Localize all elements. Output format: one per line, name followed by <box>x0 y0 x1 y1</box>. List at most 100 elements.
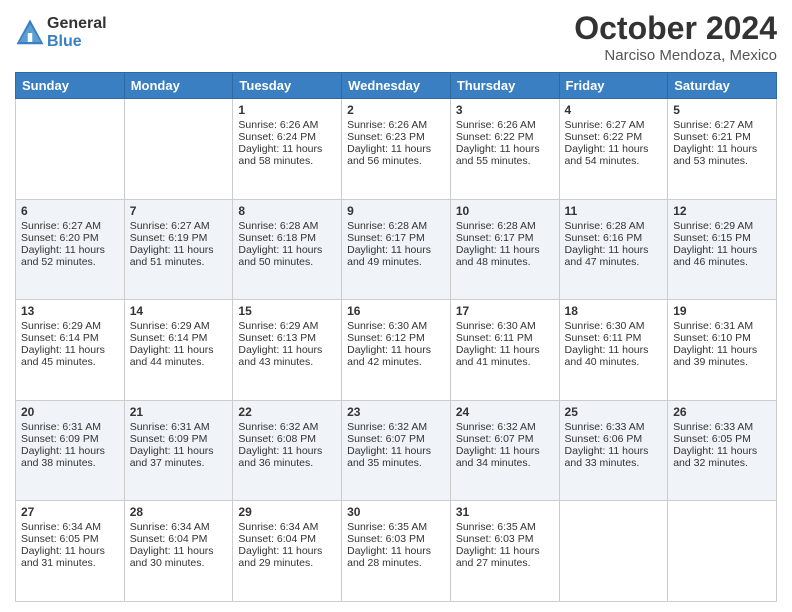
sunrise-text: Sunrise: 6:34 AM <box>130 521 228 533</box>
daylight-text: Daylight: 11 hours and 28 minutes. <box>347 545 445 569</box>
logo-icon <box>15 18 45 48</box>
table-row: 12Sunrise: 6:29 AMSunset: 6:15 PMDayligh… <box>668 199 777 300</box>
day-number: 30 <box>347 505 445 519</box>
sunset-text: Sunset: 6:23 PM <box>347 131 445 143</box>
table-row: 17Sunrise: 6:30 AMSunset: 6:11 PMDayligh… <box>450 300 559 401</box>
sunset-text: Sunset: 6:24 PM <box>238 131 336 143</box>
table-row <box>124 99 233 200</box>
daylight-text: Daylight: 11 hours and 35 minutes. <box>347 445 445 469</box>
day-number: 23 <box>347 405 445 419</box>
table-row: 7Sunrise: 6:27 AMSunset: 6:19 PMDaylight… <box>124 199 233 300</box>
sunrise-text: Sunrise: 6:27 AM <box>673 119 771 131</box>
header: General Blue October 2024 Narciso Mendoz… <box>15 10 777 64</box>
sunset-text: Sunset: 6:21 PM <box>673 131 771 143</box>
table-row: 23Sunrise: 6:32 AMSunset: 6:07 PMDayligh… <box>342 400 451 501</box>
sunset-text: Sunset: 6:11 PM <box>565 332 663 344</box>
daylight-text: Daylight: 11 hours and 55 minutes. <box>456 143 554 167</box>
day-number: 4 <box>565 103 663 117</box>
sunset-text: Sunset: 6:07 PM <box>456 433 554 445</box>
day-number: 31 <box>456 505 554 519</box>
sunrise-text: Sunrise: 6:28 AM <box>456 220 554 232</box>
sunset-text: Sunset: 6:18 PM <box>238 232 336 244</box>
sunset-text: Sunset: 6:17 PM <box>456 232 554 244</box>
col-tuesday: Tuesday <box>233 73 342 99</box>
sunrise-text: Sunrise: 6:30 AM <box>456 320 554 332</box>
sunset-text: Sunset: 6:03 PM <box>347 533 445 545</box>
sunset-text: Sunset: 6:09 PM <box>21 433 119 445</box>
daylight-text: Daylight: 11 hours and 51 minutes. <box>130 244 228 268</box>
col-wednesday: Wednesday <box>342 73 451 99</box>
table-row: 21Sunrise: 6:31 AMSunset: 6:09 PMDayligh… <box>124 400 233 501</box>
daylight-text: Daylight: 11 hours and 34 minutes. <box>456 445 554 469</box>
table-row <box>559 501 668 602</box>
sunset-text: Sunset: 6:06 PM <box>565 433 663 445</box>
logo: General Blue <box>15 15 107 50</box>
daylight-text: Daylight: 11 hours and 47 minutes. <box>565 244 663 268</box>
sunset-text: Sunset: 6:05 PM <box>21 533 119 545</box>
sunrise-text: Sunrise: 6:28 AM <box>565 220 663 232</box>
daylight-text: Daylight: 11 hours and 41 minutes. <box>456 344 554 368</box>
table-row: 9Sunrise: 6:28 AMSunset: 6:17 PMDaylight… <box>342 199 451 300</box>
sunset-text: Sunset: 6:15 PM <box>673 232 771 244</box>
day-number: 1 <box>238 103 336 117</box>
calendar-week-row: 6Sunrise: 6:27 AMSunset: 6:20 PMDaylight… <box>16 199 777 300</box>
day-number: 16 <box>347 304 445 318</box>
calendar-week-row: 13Sunrise: 6:29 AMSunset: 6:14 PMDayligh… <box>16 300 777 401</box>
day-number: 18 <box>565 304 663 318</box>
sunrise-text: Sunrise: 6:27 AM <box>565 119 663 131</box>
daylight-text: Daylight: 11 hours and 46 minutes. <box>673 244 771 268</box>
calendar-week-row: 1Sunrise: 6:26 AMSunset: 6:24 PMDaylight… <box>16 99 777 200</box>
sunset-text: Sunset: 6:07 PM <box>347 433 445 445</box>
sunrise-text: Sunrise: 6:35 AM <box>347 521 445 533</box>
day-number: 14 <box>130 304 228 318</box>
daylight-text: Daylight: 11 hours and 31 minutes. <box>21 545 119 569</box>
day-number: 3 <box>456 103 554 117</box>
sunset-text: Sunset: 6:14 PM <box>21 332 119 344</box>
sunrise-text: Sunrise: 6:26 AM <box>347 119 445 131</box>
sunrise-text: Sunrise: 6:31 AM <box>673 320 771 332</box>
table-row: 30 Sunrise: 6:35 AMSunset: 6:03 PMDayligh… <box>342 501 451 602</box>
sunrise-text: Sunrise: 6:28 AM <box>347 220 445 232</box>
table-row: 1Sunrise: 6:26 AMSunset: 6:24 PMDaylight… <box>233 99 342 200</box>
table-row: 15Sunrise: 6:29 AMSunset: 6:13 PMDayligh… <box>233 300 342 401</box>
daylight-text: Daylight: 11 hours and 44 minutes. <box>130 344 228 368</box>
daylight-text: Daylight: 11 hours and 48 minutes. <box>456 244 554 268</box>
daylight-text: Daylight: 11 hours and 27 minutes. <box>456 545 554 569</box>
daylight-text: Daylight: 11 hours and 29 minutes. <box>238 545 336 569</box>
sunrise-text: Sunrise: 6:34 AM <box>238 521 336 533</box>
day-number: 13 <box>21 304 119 318</box>
sunrise-text: Sunrise: 6:27 AM <box>130 220 228 232</box>
day-number: 29 <box>238 505 336 519</box>
daylight-text: Daylight: 11 hours and 45 minutes. <box>21 344 119 368</box>
sunset-text: Sunset: 6:13 PM <box>238 332 336 344</box>
table-row: 11Sunrise: 6:28 AMSunset: 6:16 PMDayligh… <box>559 199 668 300</box>
col-thursday: Thursday <box>450 73 559 99</box>
col-friday: Friday <box>559 73 668 99</box>
sunrise-text: Sunrise: 6:34 AM <box>21 521 119 533</box>
col-sunday: Sunday <box>16 73 125 99</box>
day-number: 6 <box>21 204 119 218</box>
sunrise-text: Sunrise: 6:26 AM <box>238 119 336 131</box>
sunset-text: Sunset: 6:20 PM <box>21 232 119 244</box>
title-section: October 2024 Narciso Mendoza, Mexico <box>574 10 777 64</box>
sunrise-text: Sunrise: 6:27 AM <box>21 220 119 232</box>
table-row <box>16 99 125 200</box>
day-number: 25 <box>565 405 663 419</box>
daylight-text: Daylight: 11 hours and 53 minutes. <box>673 143 771 167</box>
sunset-text: Sunset: 6:09 PM <box>130 433 228 445</box>
table-row: 3Sunrise: 6:26 AMSunset: 6:22 PMDaylight… <box>450 99 559 200</box>
sunrise-text: Sunrise: 6:29 AM <box>673 220 771 232</box>
daylight-text: Daylight: 11 hours and 49 minutes. <box>347 244 445 268</box>
table-row: 16Sunrise: 6:30 AMSunset: 6:12 PMDayligh… <box>342 300 451 401</box>
day-number: 7 <box>130 204 228 218</box>
day-number: 10 <box>456 204 554 218</box>
table-row: 27Sunrise: 6:34 AMSunset: 6:05 PMDayligh… <box>16 501 125 602</box>
table-row: 6Sunrise: 6:27 AMSunset: 6:20 PMDaylight… <box>16 199 125 300</box>
daylight-text: Daylight: 11 hours and 37 minutes. <box>130 445 228 469</box>
sunset-text: Sunset: 6:22 PM <box>565 131 663 143</box>
table-row: 18Sunrise: 6:30 AMSunset: 6:11 PMDayligh… <box>559 300 668 401</box>
day-number: 17 <box>456 304 554 318</box>
sunset-text: Sunset: 6:04 PM <box>238 533 336 545</box>
sunrise-text: Sunrise: 6:35 AM <box>456 521 554 533</box>
sunset-text: Sunset: 6:12 PM <box>347 332 445 344</box>
